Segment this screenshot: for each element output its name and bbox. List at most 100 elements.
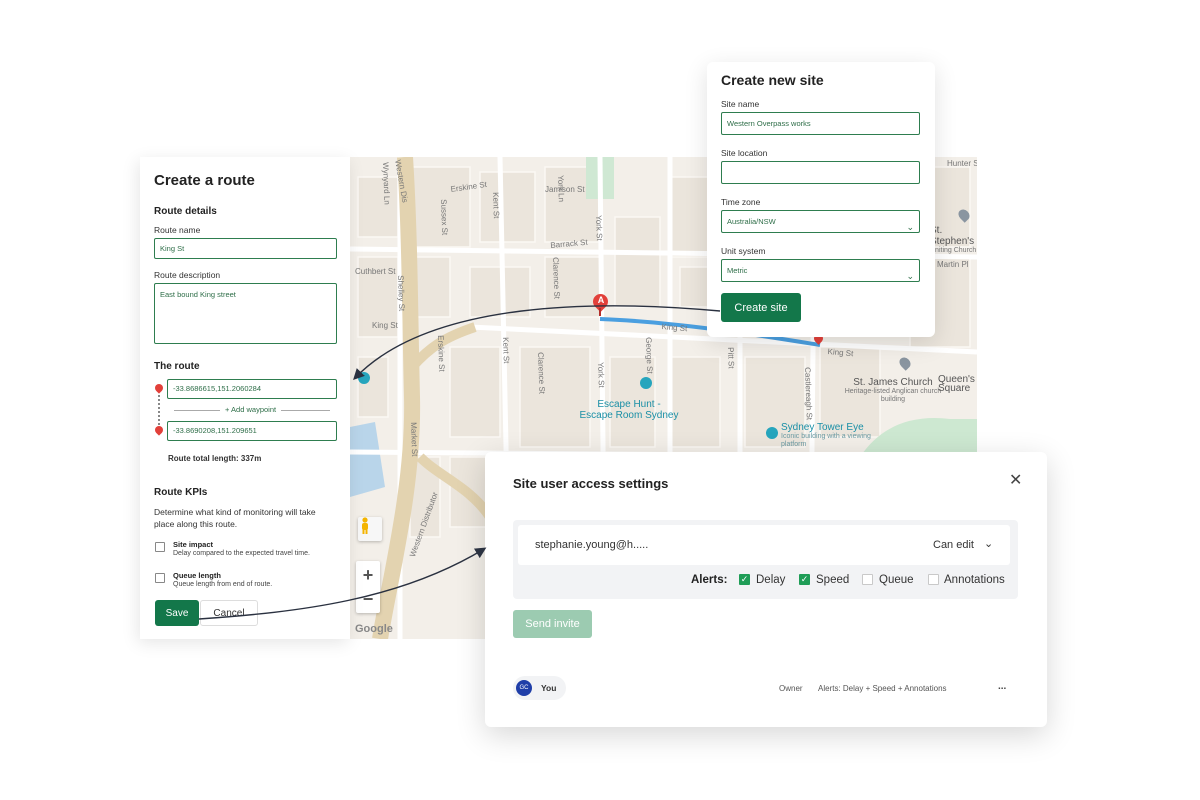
poi-name: Escape Hunt - bbox=[597, 399, 661, 410]
time-zone-value: Australia/NSW bbox=[727, 217, 776, 226]
queue-length-description: Queue length from end of route. bbox=[173, 581, 273, 588]
the-route-heading: The route bbox=[154, 361, 200, 372]
alerts-label: Alerts: bbox=[691, 574, 728, 586]
delay-checkbox[interactable]: ✓ bbox=[739, 574, 750, 585]
user-alerts-summary: Alerts: Delay + Speed + Annotations bbox=[818, 684, 947, 693]
speed-checkbox[interactable]: ✓ bbox=[799, 574, 810, 585]
site-location-label: Site location bbox=[721, 148, 768, 158]
route-description-textarea[interactable]: East bound King street bbox=[154, 283, 337, 344]
poi-subtitle: Iconic building with a viewing platform bbox=[781, 433, 871, 448]
street-label: Cuthbert St bbox=[355, 267, 396, 276]
zoom-in-button[interactable]: + bbox=[363, 563, 374, 587]
poi-name: St. James Church bbox=[853, 377, 933, 388]
chevron-down-icon[interactable]: ⌄ bbox=[984, 537, 993, 550]
chevron-down-icon: ⌄ bbox=[906, 222, 914, 232]
poi-name: Sydney Tower Eye bbox=[781, 422, 864, 433]
site-name-label: Site name bbox=[721, 99, 760, 109]
avatar: GC bbox=[516, 680, 532, 696]
queue-checkbox[interactable] bbox=[862, 574, 873, 585]
waypoint-b-input[interactable]: -33.8690208,151.209651 bbox=[167, 421, 337, 441]
route-total-length: Route total length: 337m bbox=[168, 454, 262, 463]
street-label: Hunter St bbox=[947, 159, 977, 168]
zoom-out-button[interactable]: − bbox=[363, 587, 374, 611]
create-site-panel: Create new site Site name Western Overpa… bbox=[707, 62, 935, 337]
poi-sydney-tower-eye[interactable]: Sydney Tower Eye Iconic building with a … bbox=[781, 422, 891, 449]
permission-select[interactable]: Can edit bbox=[933, 539, 974, 551]
speed-label: Speed bbox=[816, 574, 850, 586]
waypoint-a-input[interactable]: -33.8686615,151.2060284 bbox=[167, 379, 337, 399]
route-kpis-description: Determine what kind of monitoring will t… bbox=[154, 507, 316, 529]
street-label: Pitt St bbox=[726, 347, 736, 369]
chevron-down-icon: ⌄ bbox=[906, 271, 914, 281]
email-value: stephanie.young@h..... bbox=[535, 539, 649, 551]
poi-subtitle: Uniting Church bbox=[930, 247, 977, 254]
street-label: York St bbox=[596, 362, 606, 388]
waypoint-a-marker-icon bbox=[153, 382, 165, 394]
poi-subtitle: Heritage-listed Anglican church building bbox=[844, 388, 942, 403]
street-label: Market St bbox=[409, 422, 420, 457]
time-zone-select[interactable]: Australia/NSW ⌄ bbox=[721, 210, 920, 233]
street-label: Kent St bbox=[491, 192, 501, 219]
marker-a-stem bbox=[599, 308, 601, 316]
delay-label: Delay bbox=[756, 574, 786, 586]
save-button[interactable]: Save bbox=[155, 600, 199, 626]
route-description-label: Route description bbox=[154, 270, 221, 280]
user-name: You bbox=[541, 683, 557, 693]
poi-queens-square[interactable]: Queen's Square bbox=[938, 374, 975, 394]
street-label: Sussex St bbox=[439, 199, 450, 236]
annotations-label: Annotations bbox=[944, 574, 1005, 586]
close-icon[interactable]: ✕ bbox=[1009, 470, 1022, 490]
site-panel-title: Create new site bbox=[721, 72, 824, 88]
street-label: King St bbox=[372, 321, 398, 330]
route-panel-title: Create a route bbox=[154, 172, 255, 189]
street-view-pegman-icon[interactable] bbox=[358, 517, 382, 541]
street-label: Kent St bbox=[501, 337, 511, 364]
poi-st-stephens[interactable]: St. Stephen's Uniting Church bbox=[930, 225, 977, 255]
poi-pin-icon[interactable] bbox=[640, 377, 652, 389]
poi-subtitle: Square bbox=[938, 383, 971, 394]
annotations-checkbox[interactable] bbox=[928, 574, 939, 585]
site-user-access-panel: Site user access settings ✕ stephanie.yo… bbox=[485, 452, 1047, 727]
site-impact-checkbox[interactable] bbox=[155, 542, 165, 552]
street-label: Wynyard Ln bbox=[381, 162, 392, 205]
send-invite-button[interactable]: Send invite bbox=[513, 610, 592, 638]
waypoint-b-marker-icon bbox=[153, 424, 165, 436]
add-waypoint-button[interactable]: + Add waypoint bbox=[220, 405, 282, 414]
street-label: Castlereagh St bbox=[803, 367, 814, 421]
marker-a-label: A bbox=[597, 295, 605, 305]
poi-pin-icon[interactable] bbox=[358, 372, 370, 384]
poi-st-james-church[interactable]: St. James Church Heritage-listed Anglica… bbox=[838, 377, 948, 404]
route-details-heading: Route details bbox=[154, 206, 217, 217]
street-label: Erskine St bbox=[436, 335, 447, 372]
email-input[interactable]: stephanie.young@h..... Can edit ⌄ bbox=[518, 525, 1010, 565]
street-label: Clarence St bbox=[536, 352, 547, 395]
google-attribution: Google bbox=[355, 623, 393, 635]
create-site-button[interactable]: Create site bbox=[721, 293, 801, 322]
waypoint-connector bbox=[158, 395, 162, 425]
street-label: Shelley St bbox=[396, 275, 407, 312]
street-label: York St bbox=[594, 215, 604, 241]
cancel-button[interactable]: Cancel bbox=[200, 600, 258, 626]
site-name-input[interactable]: Western Overpass works bbox=[721, 112, 920, 135]
route-name-input[interactable]: King St bbox=[154, 238, 337, 259]
user-role: Owner bbox=[779, 684, 803, 693]
street-label: Martin Pl bbox=[937, 260, 969, 269]
unit-system-select[interactable]: Metric ⌄ bbox=[721, 259, 920, 282]
queue-label: Queue bbox=[879, 574, 914, 586]
poi-pin-icon[interactable] bbox=[766, 427, 778, 439]
queue-length-checkbox[interactable] bbox=[155, 573, 165, 583]
time-zone-label: Time zone bbox=[721, 197, 761, 207]
site-location-input[interactable] bbox=[721, 161, 920, 184]
poi-escape-hunt[interactable]: Escape Hunt - Escape Room Sydney bbox=[574, 399, 684, 421]
access-panel-title: Site user access settings bbox=[513, 476, 669, 491]
more-options-icon[interactable]: ... bbox=[998, 681, 1006, 692]
street-label: George St bbox=[644, 337, 655, 374]
site-impact-label: Site impact bbox=[173, 540, 214, 549]
unit-system-value: Metric bbox=[727, 266, 748, 275]
street-label: York Ln bbox=[556, 175, 566, 203]
invite-box: stephanie.young@h..... Can edit ⌄ Alerts… bbox=[513, 520, 1018, 599]
zoom-control: + − bbox=[356, 561, 380, 613]
route-name-label: Route name bbox=[154, 225, 201, 235]
create-route-panel: Create a route Route details Route name … bbox=[140, 157, 350, 639]
site-impact-description: Delay compared to the expected travel ti… bbox=[173, 550, 310, 557]
